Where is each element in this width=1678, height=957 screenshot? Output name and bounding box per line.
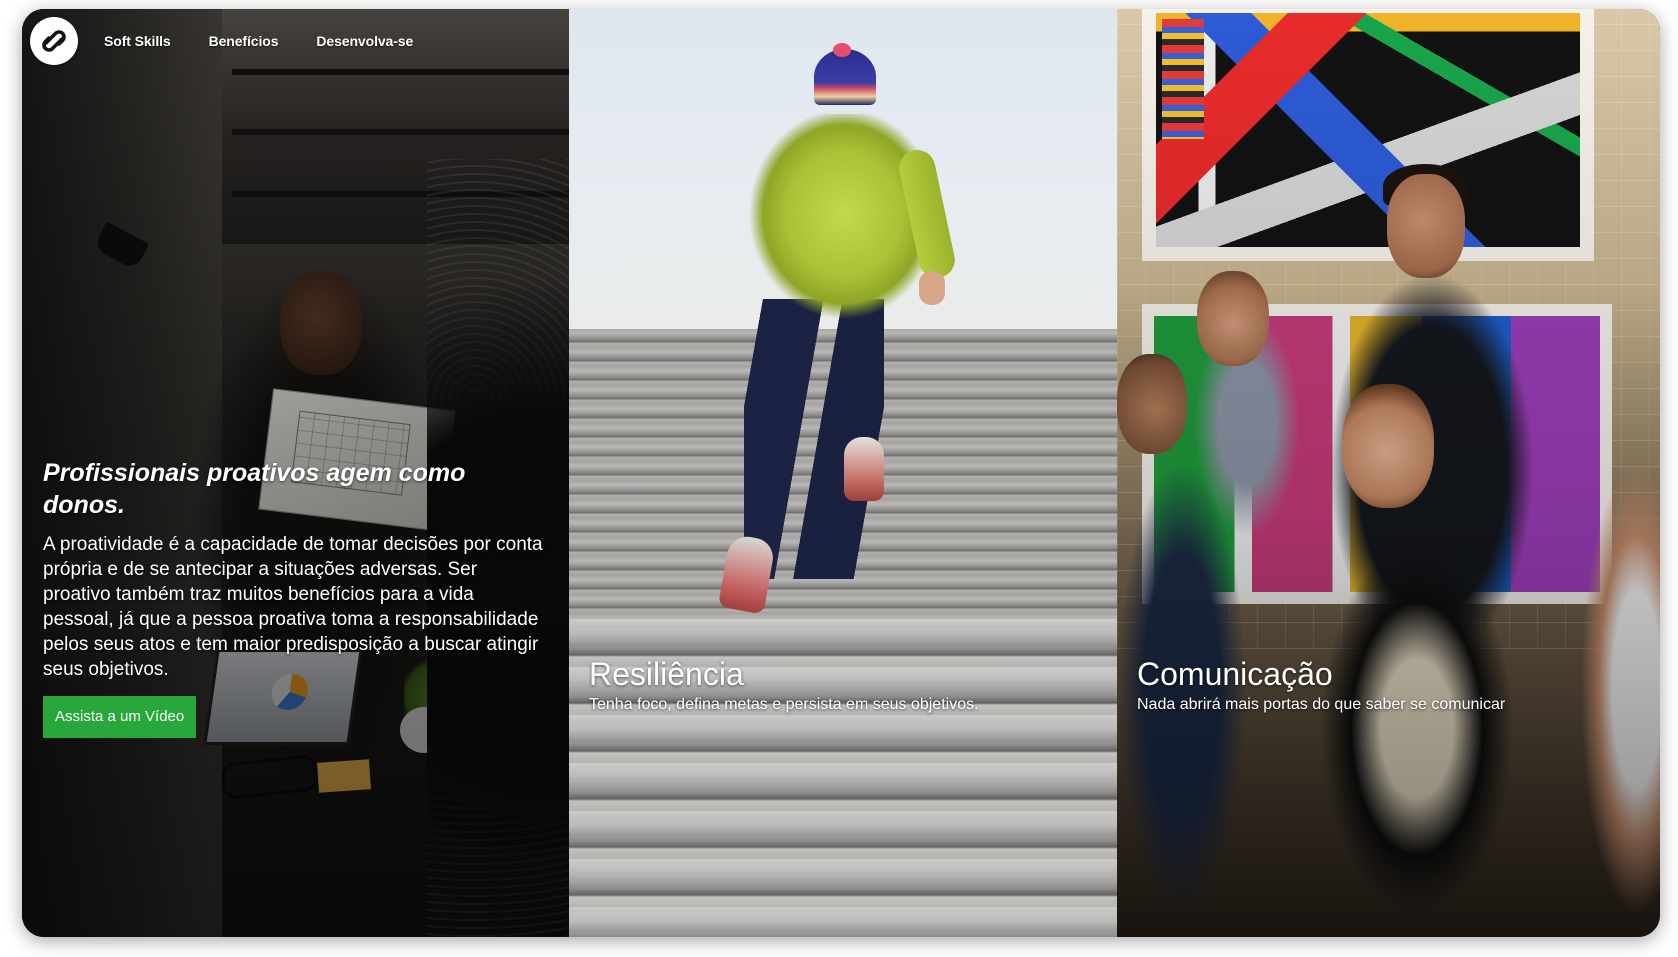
- hero-frame: Soft Skills Benefícios Desenvolva-se Pro…: [22, 9, 1660, 937]
- comunicacao-title: Comunicação: [1137, 656, 1333, 692]
- logo[interactable]: [30, 17, 78, 65]
- nav-beneficios[interactable]: Benefícios: [209, 33, 279, 49]
- nav-soft-skills[interactable]: Soft Skills: [104, 33, 171, 49]
- hero-title: Profissionais proativos agem como donos.: [43, 459, 466, 519]
- nav-desenvolva-se[interactable]: Desenvolva-se: [316, 33, 413, 49]
- runner-hat: [814, 49, 876, 105]
- panel-shade: [1117, 9, 1660, 937]
- top-nav: Soft Skills Benefícios Desenvolva-se: [30, 17, 413, 65]
- runner-shoe: [844, 437, 884, 501]
- resiliencia-caption: Resiliência Tenha foco, defina metas e p…: [589, 655, 979, 715]
- hero-body: A proatividade é a capacidade de tomar d…: [43, 534, 543, 680]
- link-logo-icon: [42, 30, 66, 52]
- panel-comunicacao[interactable]: Comunicação Nada abrirá mais portas do q…: [1117, 9, 1660, 937]
- runner-hand: [919, 271, 945, 305]
- resiliencia-title: Resiliência: [589, 656, 744, 692]
- panel-resiliencia[interactable]: Resiliência Tenha foco, defina metas e p…: [569, 9, 1117, 937]
- comunicacao-subtitle: Nada abrirá mais portas do que saber se …: [1137, 696, 1506, 713]
- hero-content: Profissionais proativos agem como donos.…: [43, 457, 543, 738]
- panel-proatividade: Soft Skills Benefícios Desenvolva-se Pro…: [22, 9, 569, 937]
- nav-links: Soft Skills Benefícios Desenvolva-se: [104, 33, 413, 49]
- resiliencia-subtitle: Tenha foco, defina metas e persista em s…: [589, 696, 979, 713]
- comunicacao-caption: Comunicação Nada abrirá mais portas do q…: [1137, 655, 1505, 715]
- watch-video-button[interactable]: Assista a um Vídeo: [43, 696, 197, 738]
- hat-pompom: [833, 43, 851, 57]
